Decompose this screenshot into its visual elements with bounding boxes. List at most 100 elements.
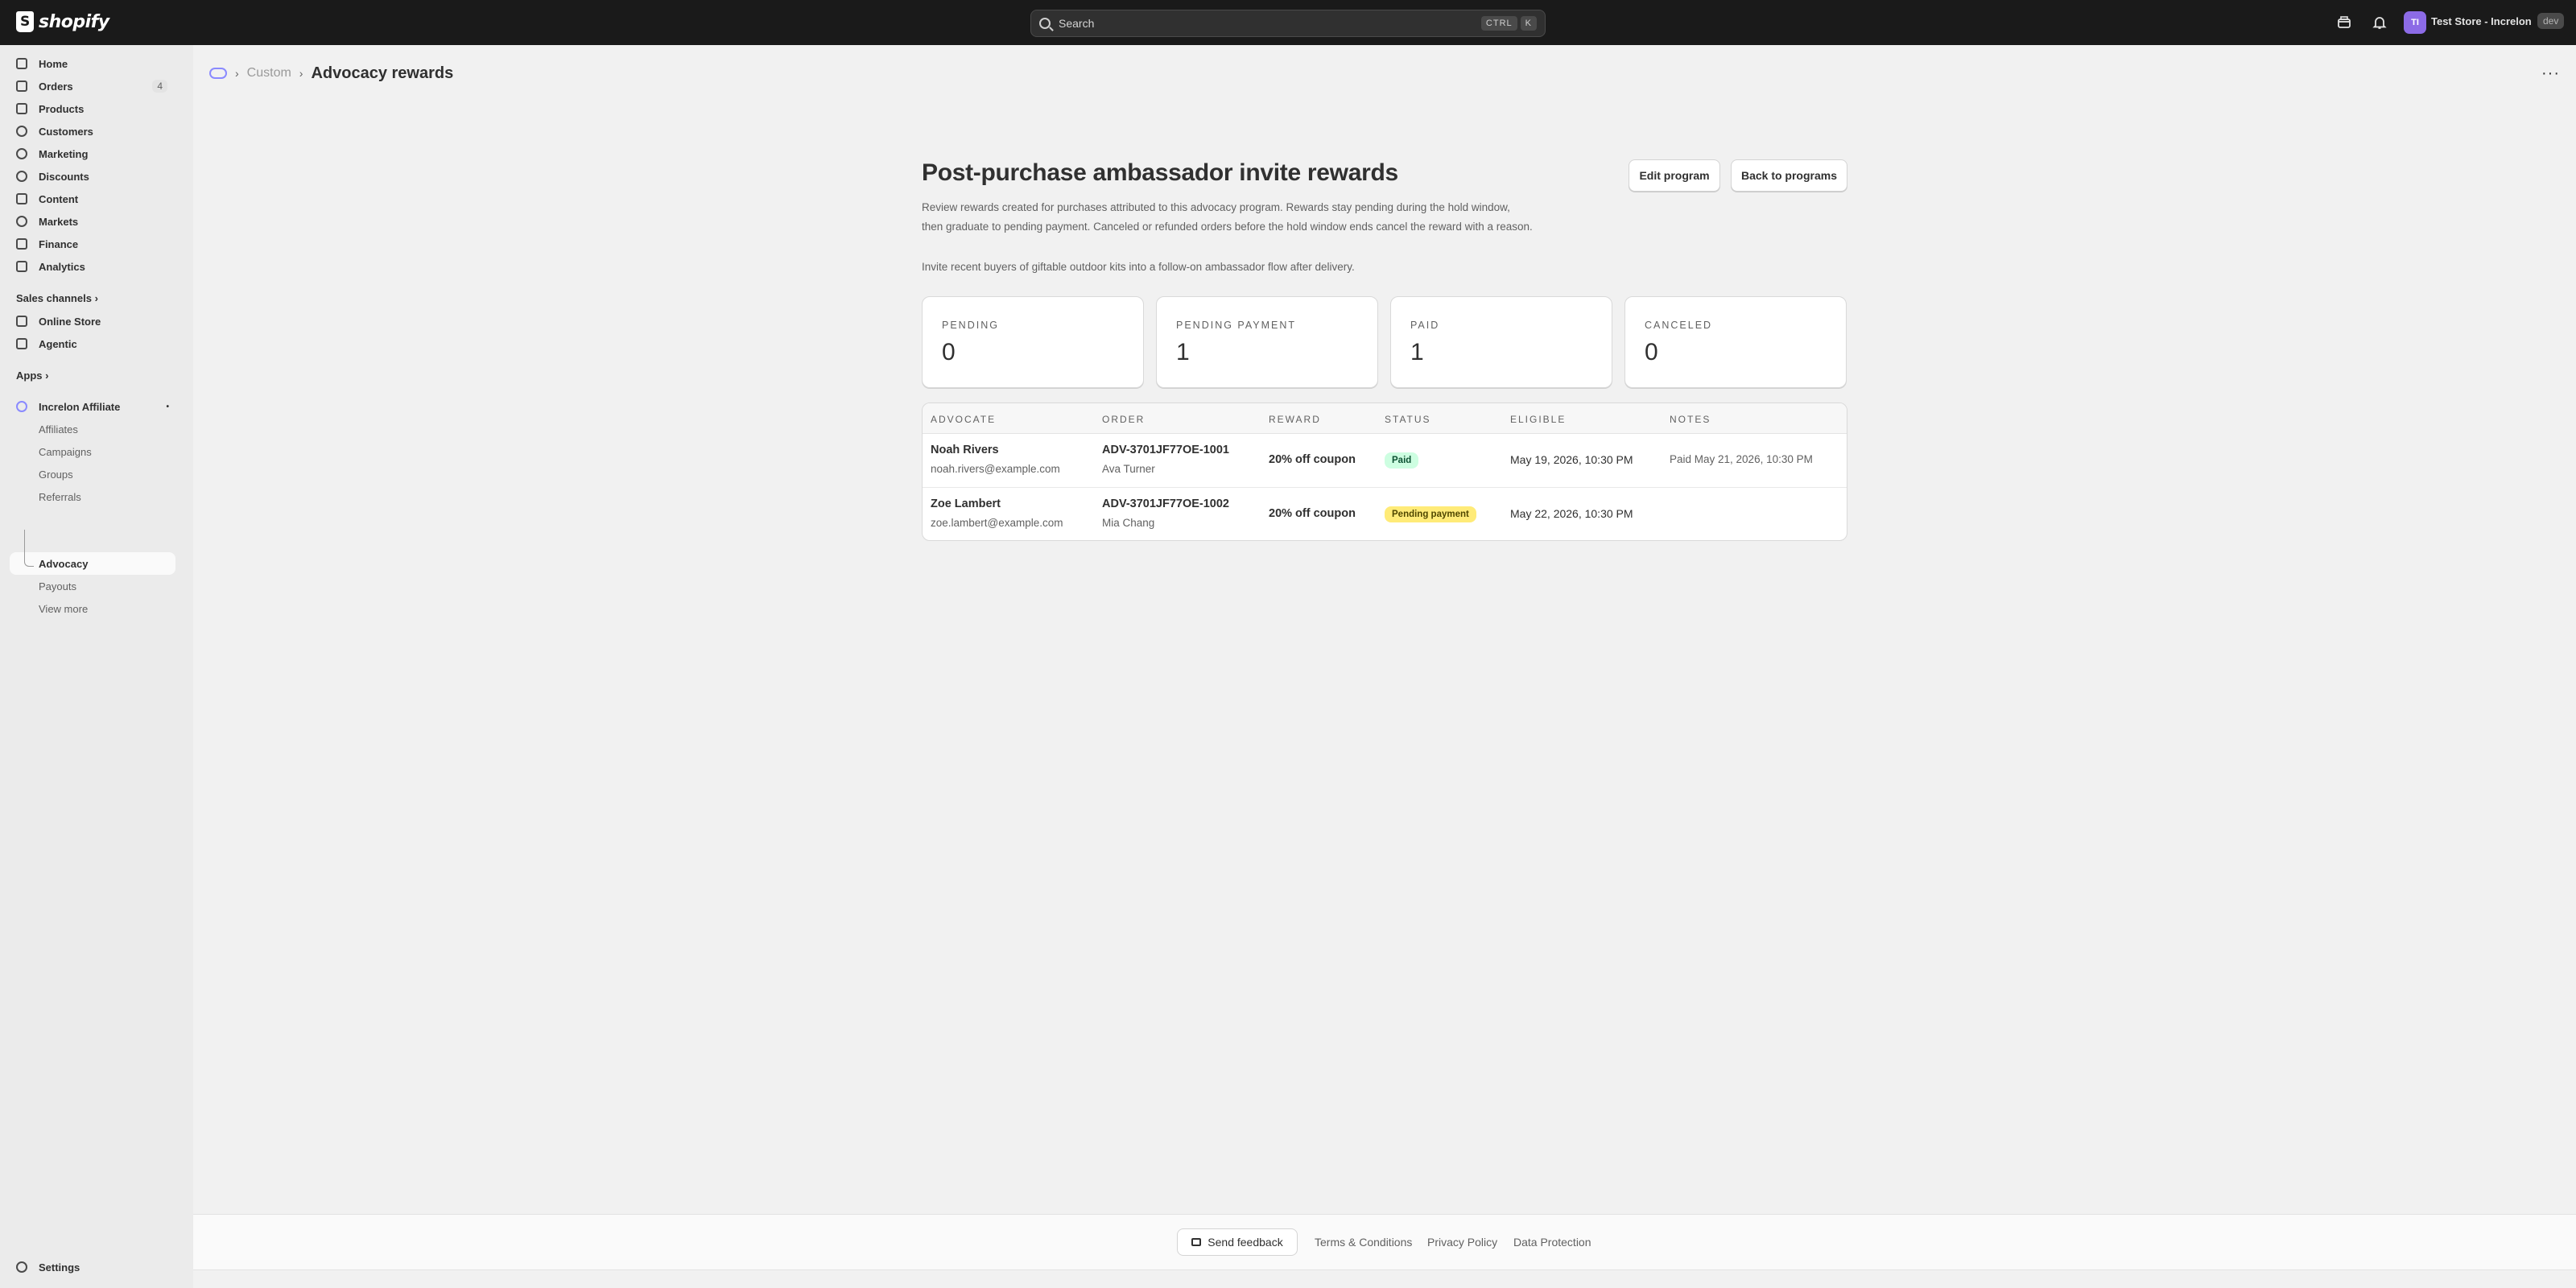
sidebar-item-analytics[interactable]: Analytics [10,256,175,277]
stat-value: 1 [1176,339,1190,365]
sidebar-item-label: Settings [39,1261,80,1274]
order-id[interactable]: ADV-3701JF77OE-1002 [1102,497,1229,510]
pin-dot-icon: • [166,402,169,411]
sidebar-item-products[interactable]: Products [10,98,175,119]
stat-label: CANCELED [1645,320,1713,331]
sidebar-item-settings[interactable]: Settings [10,1257,175,1278]
sidebar-item-orders[interactable]: Orders 4 [10,76,175,97]
sidebar-item-label: Orders [39,80,73,93]
app-icon [16,401,27,412]
sidebar-item-discounts[interactable]: Discounts [10,166,175,187]
sidebar-item-label: Discounts [39,170,89,183]
eligible-date: May 22, 2026, 10:30 PM [1510,507,1633,520]
sidebar-item-increlon-affiliate[interactable]: Increlon Affiliate • [10,396,175,417]
column-header-advocate: ADVOCATE [931,414,997,425]
sidebar-item-label: Agentic [39,337,77,350]
send-feedback-button[interactable]: Send feedback [1177,1228,1298,1256]
sidebar-subitem-campaigns[interactable]: Campaigns [39,441,92,462]
sidebar-item-label: Products [39,102,85,115]
advocate-name: Zoe Lambert [931,497,1001,510]
column-header-reward: REWARD [1269,414,1321,425]
breadcrumb: › Custom › Advocacy rewards [209,61,453,85]
chevron-right-icon: › [235,67,239,80]
logo-text: shopify [39,11,109,32]
table-row[interactable]: Zoe Lambert zoe.lambert@example.com ADV-… [923,488,1847,540]
search-input[interactable]: Search CTRL K [1030,10,1546,37]
sidebar-subitem-referrals[interactable]: Referrals [39,486,81,507]
sidebar-item-customers[interactable]: Customers [10,121,175,142]
shortcut-k: K [1520,16,1537,31]
footer: Send feedback Terms & Conditions Privacy… [193,1214,2576,1270]
back-to-programs-button[interactable]: Back to programs [1731,159,1847,192]
sidebar-item-label: Home [39,57,68,70]
sidebar-item-label: Finance [39,237,79,250]
sidebar-item-label: Increlon Affiliate [39,400,121,413]
advocate-email: zoe.lambert@example.com [931,517,1063,529]
eligible-date: May 19, 2026, 10:30 PM [1510,453,1633,466]
sidebar: Home Orders 4 Products Customers Marketin… [0,45,193,1288]
stat-card-pending: PENDING 0 [922,296,1144,388]
shortcut-ctrl: CTRL [1480,16,1517,31]
more-actions-icon[interactable]: ··· [2541,64,2560,83]
sidebar-item-content[interactable]: Content [10,188,175,209]
table-row[interactable]: Noah Rivers noah.rivers@example.com ADV-… [923,434,1847,488]
column-header-status: STATUS [1385,414,1431,425]
edit-program-button[interactable]: Edit program [1629,159,1720,192]
globe-icon [16,216,27,227]
app-breadcrumb-icon[interactable] [209,68,227,79]
status-badge: Pending payment [1385,506,1476,522]
sidebar-item-home[interactable]: Home [10,53,175,74]
sidebar-subitem-view-more[interactable]: View more [39,598,88,619]
send-feedback-label: Send feedback [1208,1236,1283,1249]
store-avatar[interactable]: TI [2404,11,2426,34]
store-name[interactable]: Test Store - Increlon [2431,15,2532,27]
sidebar-item-label: Markets [39,215,79,228]
breadcrumb-current: Advocacy rewards [311,64,454,82]
search-icon [1039,18,1051,29]
shopify-logo[interactable]: shopify [16,11,109,32]
sidebar-item-online-store[interactable]: Online Store [10,311,175,332]
stat-card-paid: PAID 1 [1390,296,1612,388]
sidebar-item-label: Content [39,192,79,205]
sidebar-subitem-advocacy[interactable]: Advocacy [39,553,88,574]
sales-channels-heading[interactable]: Sales channels › [16,292,98,304]
order-customer: Ava Turner [1102,463,1155,475]
target-icon [16,148,27,159]
order-id[interactable]: ADV-3701JF77OE-1001 [1102,444,1229,456]
main-content: › Custom › Advocacy rewards ··· Post-pur… [193,45,2576,1288]
terms-link[interactable]: Terms & Conditions [1315,1236,1412,1249]
page-description: Review rewards created for purchases att… [922,201,1533,233]
data-protection-link[interactable]: Data Protection [1513,1236,1591,1249]
active-item-highlight [10,552,175,575]
privacy-link[interactable]: Privacy Policy [1427,1236,1497,1249]
stat-label: PAID [1410,320,1440,331]
stat-label: PENDING [942,320,999,331]
sidebar-subitem-payouts[interactable]: Payouts [39,576,76,597]
sidebar-subitem-groups[interactable]: Groups [39,464,73,485]
stat-value: 1 [1410,339,1424,365]
stat-value: 0 [1645,339,1658,365]
chevron-right-icon: › [45,369,49,382]
bell-icon[interactable] [2370,13,2389,32]
table-header: ADVOCATE ORDER REWARD STATUS ELIGIBLE NO… [923,403,1847,434]
sidebar-item-label: Marketing [39,147,89,160]
sidebar-subitem-affiliates[interactable]: Affiliates [39,419,78,440]
stat-card-pending-payment: PENDING PAYMENT 1 [1156,296,1378,388]
orders-icon [16,80,27,92]
column-header-order: ORDER [1102,414,1146,425]
sidebar-item-agentic[interactable]: Agentic [10,333,175,354]
sidebar-item-markets[interactable]: Markets [10,211,175,232]
advocate-name: Noah Rivers [931,444,999,456]
store-icon[interactable] [2334,13,2354,32]
sidebar-item-marketing[interactable]: Marketing [10,143,175,164]
store-icon [16,316,27,327]
discount-icon [16,171,27,182]
sidebar-item-finance[interactable]: Finance [10,233,175,254]
apps-heading[interactable]: Apps › [16,369,48,382]
orders-count-badge: 4 [152,80,167,93]
page-title: Post-purchase ambassador invite rewards [922,159,1398,186]
breadcrumb-parent[interactable]: Custom [247,66,291,80]
chevron-right-icon: › [94,292,98,304]
home-icon [16,58,27,69]
gear-icon [16,1261,27,1273]
